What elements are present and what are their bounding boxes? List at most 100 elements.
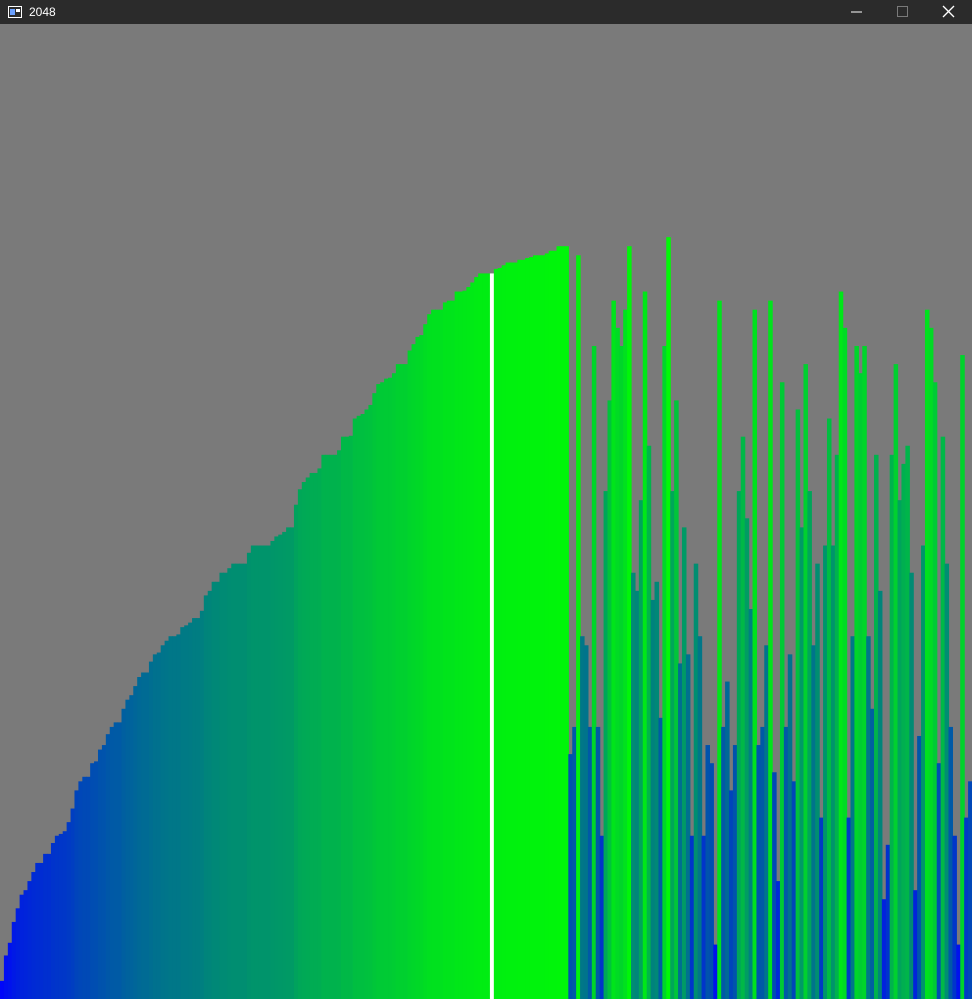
- value-bar: [454, 291, 460, 999]
- value-bar: [595, 726, 601, 999]
- value-bar: [215, 581, 221, 999]
- value-bar: [235, 563, 240, 999]
- value-bar: [141, 672, 146, 999]
- value-bar: [756, 745, 761, 999]
- value-bar: [415, 336, 420, 999]
- value-bar: [482, 273, 487, 999]
- value-bar: [729, 790, 734, 999]
- close-button[interactable]: [926, 0, 972, 24]
- value-bar: [634, 590, 640, 999]
- value-bar: [309, 472, 315, 999]
- window-titlebar[interactable]: 2048: [0, 0, 972, 24]
- value-bar: [192, 618, 197, 999]
- value-bar: [372, 393, 377, 999]
- value-bar: [184, 625, 189, 999]
- value-bar: [74, 790, 79, 999]
- value-bar: [870, 708, 875, 999]
- value-bar: [509, 262, 515, 999]
- value-bar: [438, 309, 444, 999]
- value-bar: [854, 345, 859, 999]
- value-bar: [395, 364, 401, 999]
- value-bar: [948, 726, 953, 999]
- value-bar: [940, 436, 946, 999]
- value-bar: [928, 327, 934, 999]
- value-bar: [658, 717, 663, 999]
- value-bar: [274, 536, 279, 999]
- highlight-bar: [489, 273, 495, 999]
- minimize-button[interactable]: [834, 0, 880, 24]
- minimize-icon: [851, 11, 862, 13]
- value-bar: [380, 382, 385, 999]
- value-bar: [47, 853, 52, 999]
- value-bar: [525, 258, 530, 999]
- value-bar: [458, 291, 464, 999]
- value-bar: [803, 364, 808, 999]
- value-bar: [783, 726, 789, 999]
- value-bar: [15, 908, 21, 999]
- value-bar: [936, 763, 942, 999]
- value-bar: [180, 627, 185, 999]
- value-bar: [587, 726, 593, 999]
- value-bar: [862, 345, 867, 999]
- value-bar: [823, 545, 828, 999]
- value-bar: [364, 409, 370, 999]
- value-bar: [23, 890, 29, 999]
- value-bar: [670, 491, 675, 999]
- value-bar: [740, 436, 746, 999]
- value-bar: [826, 418, 832, 999]
- value-bar: [956, 944, 961, 999]
- maximize-button[interactable]: [880, 0, 926, 24]
- value-bar: [164, 640, 170, 999]
- value-bar: [54, 835, 60, 999]
- value-bar: [666, 237, 671, 999]
- value-bar: [623, 309, 628, 999]
- value-bar: [305, 477, 311, 999]
- value-bar: [78, 781, 83, 999]
- value-bar: [497, 267, 503, 999]
- value-bar: [145, 672, 150, 999]
- close-icon: [942, 5, 955, 18]
- value-bar: [580, 636, 585, 999]
- value-bar: [540, 255, 546, 999]
- value-bar: [768, 300, 773, 999]
- value-bar: [744, 518, 750, 999]
- value-bar: [556, 246, 562, 999]
- value-bar: [505, 262, 511, 999]
- value-bar: [231, 563, 236, 999]
- value-bar: [968, 781, 972, 999]
- value-bar: [117, 722, 123, 999]
- value-bar: [717, 300, 722, 999]
- value-bar: [787, 654, 793, 999]
- value-bar: [631, 572, 636, 999]
- value-bar: [493, 268, 499, 999]
- value-bar: [333, 454, 338, 999]
- value-bar: [109, 726, 115, 999]
- value-bar: [423, 324, 428, 999]
- value-bar: [313, 472, 319, 999]
- value-bar: [35, 862, 40, 999]
- value-bar: [43, 853, 48, 999]
- value-bar: [90, 763, 95, 999]
- value-bar: [533, 255, 538, 999]
- value-bar: [301, 482, 307, 999]
- bars-canvas: [0, 24, 972, 999]
- value-bar: [486, 273, 491, 999]
- value-bar: [239, 563, 244, 999]
- value-bar: [478, 273, 483, 999]
- value-bar: [435, 309, 440, 999]
- value-bar: [548, 250, 554, 999]
- value-bar: [901, 463, 906, 999]
- window-title: 2048: [29, 5, 56, 19]
- value-bar: [960, 355, 965, 999]
- value-bar: [407, 350, 413, 999]
- value-bar: [7, 942, 13, 999]
- value-bar: [529, 257, 534, 999]
- value-bar: [3, 955, 9, 999]
- value-bar: [874, 454, 879, 999]
- value-bar: [470, 282, 475, 999]
- value-bar: [905, 445, 910, 999]
- value-bar: [858, 373, 863, 999]
- value-bar: [732, 745, 738, 999]
- value-bar: [203, 595, 209, 999]
- value-bar: [599, 835, 605, 999]
